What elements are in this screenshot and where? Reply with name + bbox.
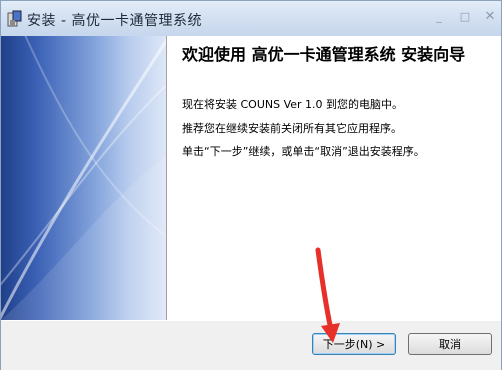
installer-app-icon: [7, 10, 22, 27]
sidebar-divider: [166, 36, 167, 320]
intro-line-2: 推荐您在继续安装前关闭所有其它应用程序。: [182, 122, 402, 135]
intro-line-1: 现在将安装 COUNS Ver 1.0 到您的电脑中。: [182, 98, 404, 111]
banner-swoosh-graphic: [1, 36, 166, 320]
close-button[interactable]: ✕: [479, 8, 501, 26]
wizard-heading: 欢迎使用 高优一卡通管理系统 安装向导: [182, 45, 466, 64]
title-bar[interactable]: 安装 - 高优一卡通管理系统 _ □ ✕: [1, 1, 501, 36]
button-bar: 下一步(N) > 取消: [1, 320, 501, 370]
intro-line-3: 单击“下一步”继续，或单击“取消”退出安装程序。: [182, 145, 425, 158]
cancel-button[interactable]: 取消: [408, 333, 492, 355]
wizard-content: 欢迎使用 高优一卡通管理系统 安装向导 现在将安装 COUNS Ver 1.0 …: [1, 36, 501, 320]
installer-window: 安装 - 高优一卡通管理系统 _ □ ✕ 欢迎使用 高优一卡通管理系统 安装向导…: [0, 0, 502, 370]
sidebar-banner-image: [1, 36, 166, 320]
window-title: 安装 - 高优一卡通管理系统: [27, 13, 202, 29]
next-button[interactable]: 下一步(N) >: [312, 333, 396, 355]
minimize-button[interactable]: _: [428, 8, 450, 26]
maximize-button[interactable]: □: [454, 8, 476, 26]
